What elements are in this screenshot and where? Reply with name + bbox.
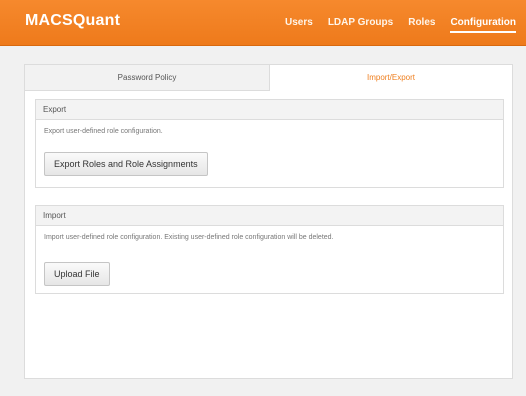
export-roles-button[interactable]: Export Roles and Role Assignments <box>44 152 208 176</box>
tab-bar: Password Policy Import/Export <box>25 65 512 91</box>
upload-file-button[interactable]: Upload File <box>44 262 110 286</box>
tab-password-policy[interactable]: Password Policy <box>25 65 270 91</box>
nav-item-roles[interactable]: Roles <box>408 17 435 33</box>
configuration-panel: Password Policy Import/Export Export Exp… <box>24 64 513 379</box>
import-description: Import user-defined role configuration. … <box>44 234 334 241</box>
nav-item-users[interactable]: Users <box>285 17 313 33</box>
nav-item-configuration[interactable]: Configuration <box>450 17 516 33</box>
nav-item-ldap-groups[interactable]: LDAP Groups <box>328 17 393 33</box>
top-bar: MACSQuant Users LDAP Groups Roles Config… <box>0 0 526 46</box>
import-heading: Import <box>36 206 503 226</box>
export-heading: Export <box>36 100 503 120</box>
main-nav: Users LDAP Groups Roles Configuration <box>285 17 516 33</box>
export-description: Export user-defined role configuration. <box>44 128 163 135</box>
import-section: Import Import user-defined role configur… <box>35 205 504 294</box>
export-section: Export Export user-defined role configur… <box>35 99 504 188</box>
tab-import-export[interactable]: Import/Export <box>270 65 512 91</box>
app-title: MACSQuant <box>25 12 121 29</box>
